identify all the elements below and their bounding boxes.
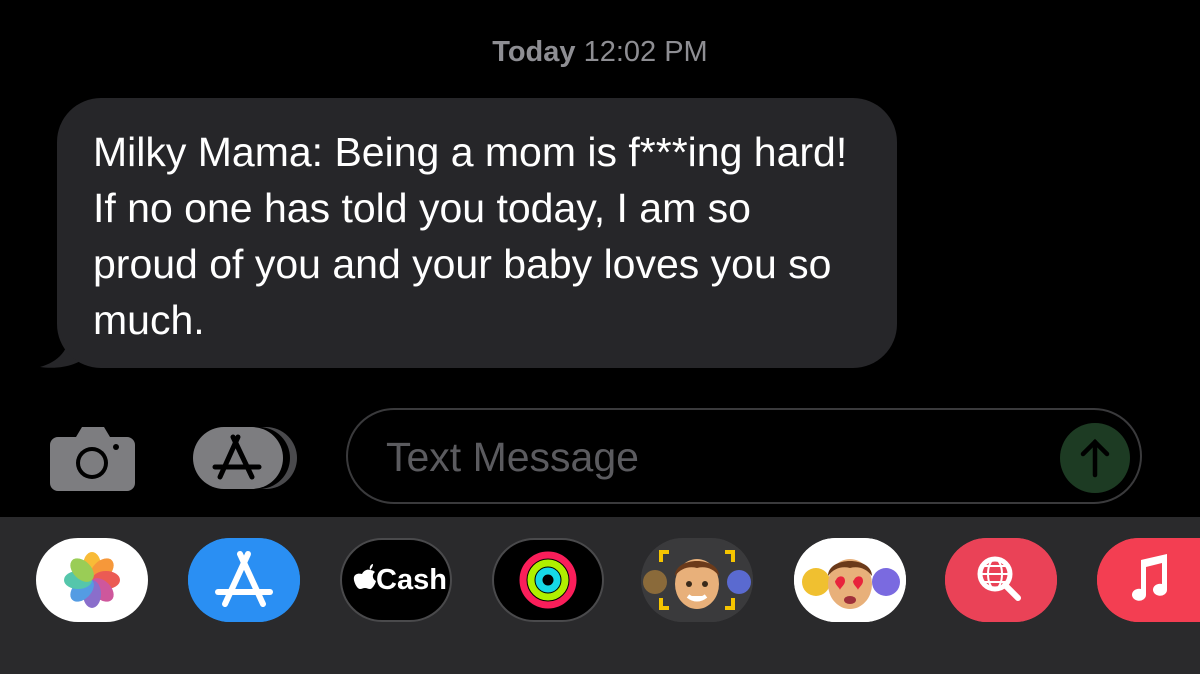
apple-cash-label: Cash: [376, 564, 447, 596]
text-message-field[interactable]: Text Message: [346, 408, 1142, 504]
apps-button[interactable]: [193, 425, 299, 491]
incoming-message-bubble[interactable]: Milky Mama: Being a mom is f***ing hard!…: [57, 98, 897, 368]
text-message-placeholder: Text Message: [386, 434, 639, 480]
photos-app-icon: [64, 552, 120, 608]
music-icon: [1097, 538, 1200, 622]
photos-app-button[interactable]: [36, 538, 148, 622]
apple-cash-button[interactable]: Cash: [340, 538, 452, 622]
timestamp-day: Today: [492, 36, 576, 68]
animoji-icon: [794, 538, 906, 622]
camera-button[interactable]: [50, 423, 135, 491]
timestamp-time: 12:02 PM: [583, 36, 708, 68]
animoji-button[interactable]: [794, 538, 906, 622]
app-store-apps-icon: [193, 427, 297, 489]
app-store-icon: [188, 538, 300, 622]
activity-icon: [519, 551, 577, 609]
memoji-stickers-icon: [641, 538, 753, 622]
message-text: Milky Mama: Being a mom is f***ing hard!…: [93, 129, 848, 343]
message-timestamp: Today 12:02 PM: [0, 36, 1200, 69]
image-search-button[interactable]: [945, 538, 1057, 622]
music-button[interactable]: [1097, 538, 1200, 622]
arrow-up-icon: [1080, 438, 1110, 478]
app-store-button[interactable]: [188, 538, 300, 622]
memoji-stickers-button[interactable]: [641, 538, 753, 622]
activity-button[interactable]: [492, 538, 604, 622]
camera-icon: [50, 427, 135, 491]
image-search-icon: [945, 538, 1057, 622]
send-button[interactable]: [1060, 423, 1130, 493]
